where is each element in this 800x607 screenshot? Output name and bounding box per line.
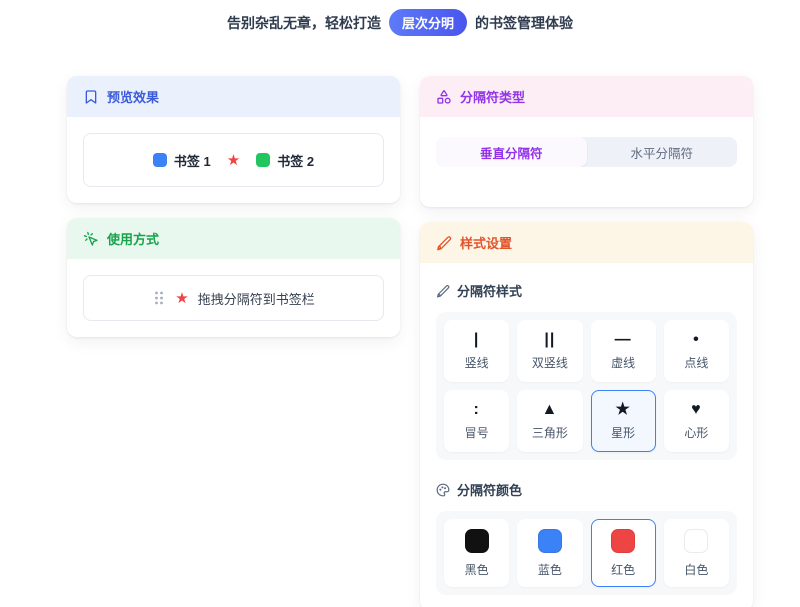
star-shape-glyph: ★ [615,401,630,418]
style-option-vertical-line[interactable]: | 竖线 [444,320,509,382]
separator-style-grid: | 竖线 || 双竖线 — 虚线 • 点线 [436,312,737,460]
double-line-glyph: || [544,331,555,348]
bookmark-2: 书签 2 [256,151,314,170]
heart-label: 心形 [684,424,708,441]
style-option-colon[interactable]: : 冒号 [444,390,509,452]
separator-color-label: 分隔符颜色 [457,480,522,499]
black-label: 黑色 [465,561,489,578]
red-label: 红色 [611,561,635,578]
drag-separator-handle[interactable]: ★ 拖拽分隔符到书签栏 [83,275,384,321]
pointer-click-icon [83,231,99,247]
separator-color-label-row: 分隔符颜色 [436,480,737,499]
pen-small-icon [436,284,450,298]
hero-badge: 层次分明 [389,9,467,36]
separator-style-label-row: 分隔符样式 [436,281,737,300]
shapes-icon [436,89,452,105]
bookmark-1: 书签 1 [153,151,211,170]
preview-card: 预览效果 书签 1 ★ 书签 2 [67,76,400,203]
left-column: 预览效果 书签 1 ★ 书签 2 [67,76,400,607]
usage-card: 使用方式 ★ 拖拽分隔符到书签栏 [67,218,400,337]
dashed-line-label: 虚线 [611,354,635,371]
usage-card-header: 使用方式 [67,218,400,259]
star-shape-label: 星形 [611,424,635,441]
separator-color-section: 分隔符颜色 黑色 蓝色 [436,480,737,595]
bookmark-bar-preview: 书签 1 ★ 书签 2 [83,133,384,187]
page: 告别杂乱无章，轻松打造 层次分明 的书签管理体验 预览效果 书签 1 [0,0,800,607]
colon-label: 冒号 [465,424,489,441]
right-column: 分隔符类型 垂直分隔符 水平分隔符 样式设置 [420,76,753,607]
style-settings-card: 样式设置 分隔符样式 | 竖线 || [420,222,753,607]
separator-type-title: 分隔符类型 [460,87,525,106]
heart-glyph: ♥ [691,401,702,418]
style-settings-header: 样式设置 [420,222,753,263]
separator-color-grid: 黑色 蓝色 红色 白色 [436,511,737,595]
preview-card-body: 书签 1 ★ 书签 2 [67,117,400,203]
separator-type-body: 垂直分隔符 水平分隔符 [420,117,753,207]
style-option-double-line[interactable]: || 双竖线 [517,320,582,382]
style-settings-body: 分隔符样式 | 竖线 || 双竖线 — 虚线 [420,263,753,607]
dashed-line-glyph: — [615,331,632,348]
palette-icon [436,483,450,497]
hero-text-before: 告别杂乱无章，轻松打造 [227,13,381,33]
white-label: 白色 [684,561,708,578]
double-line-label: 双竖线 [532,354,568,371]
bookmark-icon [83,89,99,105]
white-swatch [684,529,708,553]
hero-text-after: 的书签管理体验 [475,13,573,33]
type-card-spacer [436,167,737,191]
style-option-dashed-line[interactable]: — 虚线 [591,320,656,382]
pen-icon [436,235,452,251]
separator-style-label: 分隔符样式 [457,281,522,300]
drag-hint-text: 拖拽分隔符到书签栏 [198,289,315,308]
grip-dots-icon [152,290,166,306]
separator-type-header: 分隔符类型 [420,76,753,117]
usage-card-title: 使用方式 [107,229,159,248]
color-option-blue[interactable]: 蓝色 [517,519,582,587]
color-option-red[interactable]: 红色 [591,519,656,587]
red-swatch [611,529,635,553]
triangle-label: 三角形 [532,424,568,441]
bookmark-2-favicon [256,153,270,167]
dotted-line-glyph: • [693,331,700,348]
separator-star-icon: ★ [227,153,240,168]
triangle-glyph: ▲ [541,401,558,418]
color-option-white[interactable]: 白色 [664,519,729,587]
style-option-star[interactable]: ★ 星形 [591,390,656,452]
vertical-line-glyph: | [474,331,479,348]
preview-card-title: 预览效果 [107,87,159,106]
preview-card-header: 预览效果 [67,76,400,117]
blue-swatch [538,529,562,553]
main-grid: 预览效果 书签 1 ★ 书签 2 [67,76,753,607]
black-swatch [465,529,489,553]
style-option-triangle[interactable]: ▲ 三角形 [517,390,582,452]
hero-tagline: 告别杂乱无章，轻松打造 层次分明 的书签管理体验 [0,9,800,36]
style-option-heart[interactable]: ♥ 心形 [664,390,729,452]
dotted-line-label: 点线 [684,354,708,371]
bookmark-2-label: 书签 2 [277,151,314,170]
vertical-line-label: 竖线 [465,354,489,371]
blue-label: 蓝色 [538,561,562,578]
separator-type-tabs: 垂直分隔符 水平分隔符 [436,137,737,167]
color-option-black[interactable]: 黑色 [444,519,509,587]
bookmark-1-favicon [153,153,167,167]
usage-card-body: ★ 拖拽分隔符到书签栏 [67,259,400,337]
style-settings-title: 样式设置 [460,233,512,252]
colon-glyph: : [473,401,479,418]
drag-star-icon: ★ [175,291,188,306]
bookmark-1-label: 书签 1 [174,151,211,170]
tab-vertical-separator[interactable]: 垂直分隔符 [436,137,587,167]
style-option-dotted-line[interactable]: • 点线 [664,320,729,382]
separator-type-card: 分隔符类型 垂直分隔符 水平分隔符 [420,76,753,207]
tab-horizontal-separator[interactable]: 水平分隔符 [587,137,738,167]
